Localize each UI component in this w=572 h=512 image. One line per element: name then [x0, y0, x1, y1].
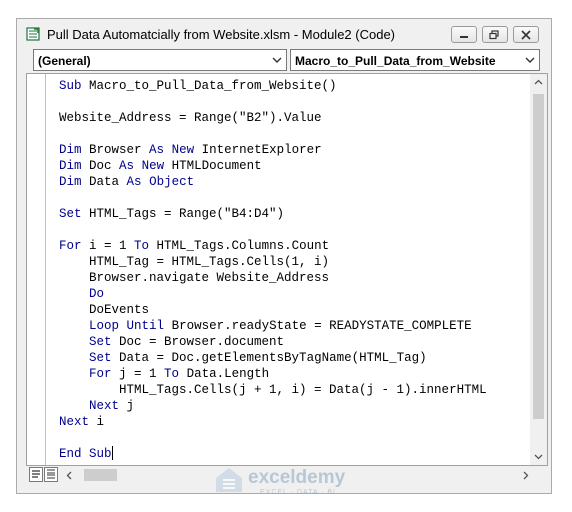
- code-keyword: Sub: [59, 79, 82, 93]
- code-line[interactable]: End Sub: [59, 446, 487, 462]
- close-icon: [521, 30, 531, 40]
- title-bar[interactable]: Pull Data Automatcially from Website.xls…: [17, 19, 551, 49]
- code-line[interactable]: DoEvents: [59, 302, 487, 318]
- exceldemy-logo-icon: [216, 468, 242, 492]
- excel-file-icon: [26, 27, 40, 41]
- code-keyword: Loop: [89, 319, 120, 333]
- code-keyword: As: [149, 143, 165, 157]
- vertical-scroll-thumb[interactable]: [533, 94, 544, 419]
- code-keyword: As: [126, 175, 142, 189]
- code-keyword: Until: [126, 319, 165, 333]
- scroll-up-icon[interactable]: [534, 79, 543, 86]
- code-line[interactable]: Do: [59, 286, 487, 302]
- code-line[interactable]: [59, 126, 487, 142]
- vba-code-window: Pull Data Automatcially from Website.xls…: [16, 18, 552, 494]
- procedure-view-icon: [32, 470, 40, 478]
- code-line[interactable]: Set Doc = Browser.document: [59, 334, 487, 350]
- object-dropdown[interactable]: (General): [33, 49, 287, 71]
- code-line[interactable]: Dim Doc As New HTMLDocument: [59, 158, 487, 174]
- code-line[interactable]: [59, 94, 487, 110]
- code-line[interactable]: Set HTML_Tags = Range("B4:D4"): [59, 206, 487, 222]
- procedure-view-button[interactable]: [29, 467, 43, 482]
- code-keyword: New: [141, 159, 165, 173]
- code-keyword: Next: [59, 415, 90, 429]
- code-keyword: Do: [89, 287, 105, 301]
- code-keyword: Set: [89, 335, 112, 349]
- procedure-dropdown[interactable]: Macro_to_Pull_Data_from_Website: [290, 49, 540, 71]
- full-module-view-button[interactable]: [44, 467, 58, 482]
- code-keyword: Dim: [59, 143, 82, 157]
- code-keyword: To: [164, 367, 180, 381]
- code-keyword: To: [134, 239, 150, 253]
- watermark-name: exceldemy: [248, 467, 346, 488]
- procedure-dropdown-value: Macro_to_Pull_Data_from_Website: [295, 54, 496, 68]
- code-keyword: Next: [89, 399, 120, 413]
- exceldemy-watermark: exceldemy EXCEL · DATA · BI: [214, 464, 374, 496]
- code-line[interactable]: Browser.navigate Website_Address: [59, 270, 487, 286]
- code-keyword: New: [171, 143, 195, 157]
- code-keyword: Set: [89, 351, 112, 365]
- code-editor[interactable]: Sub Macro_to_Pull_Data_from_Website() We…: [26, 73, 548, 466]
- code-keyword: Dim: [59, 175, 82, 189]
- vertical-scrollbar[interactable]: [530, 74, 547, 465]
- scroll-right-icon[interactable]: [522, 471, 529, 480]
- window-title: Pull Data Automatcially from Website.xls…: [47, 27, 395, 42]
- watermark-tagline: EXCEL · DATA · BI: [260, 489, 336, 496]
- code-keyword: For: [89, 367, 112, 381]
- code-line[interactable]: Dim Data As Object: [59, 174, 487, 190]
- code-line[interactable]: Next i: [59, 414, 487, 430]
- code-line[interactable]: Set Data = Doc.getElementsByTagName(HTML…: [59, 350, 487, 366]
- object-dropdown-value: (General): [38, 54, 91, 68]
- margin-indicator-bar[interactable]: [27, 74, 46, 465]
- code-keyword: Object: [149, 175, 195, 189]
- code-keyword: Set: [59, 207, 82, 221]
- procedure-dropdowns: (General) Macro_to_Pull_Data_from_Websit…: [17, 49, 551, 73]
- code-line[interactable]: For i = 1 To HTML_Tags.Columns.Count: [59, 238, 487, 254]
- code-line[interactable]: HTML_Tags.Cells(j + 1, i) = Data(j - 1).…: [59, 382, 487, 398]
- restore-icon: [489, 30, 499, 40]
- minimize-icon: [460, 36, 468, 38]
- full-module-view-icon: [47, 469, 55, 479]
- code-keyword: For: [59, 239, 82, 253]
- close-button[interactable]: [513, 26, 539, 43]
- code-line[interactable]: Dim Browser As New InternetExplorer: [59, 142, 487, 158]
- code-line[interactable]: HTML_Tag = HTML_Tags.Cells(1, i): [59, 254, 487, 270]
- code-line[interactable]: Website_Address = Range("B2").Value: [59, 110, 487, 126]
- code-text[interactable]: Sub Macro_to_Pull_Data_from_Website() We…: [59, 78, 487, 462]
- code-keyword: Dim: [59, 159, 82, 173]
- code-line[interactable]: Loop Until Browser.readyState = READYSTA…: [59, 318, 487, 334]
- text-cursor: [111, 446, 113, 460]
- code-line[interactable]: [59, 430, 487, 446]
- chevron-down-icon: [525, 57, 535, 63]
- code-line[interactable]: [59, 190, 487, 206]
- scroll-down-icon[interactable]: [534, 453, 543, 460]
- code-line[interactable]: Next j: [59, 398, 487, 414]
- restore-button[interactable]: [482, 26, 508, 43]
- code-line[interactable]: For j = 1 To Data.Length: [59, 366, 487, 382]
- minimize-button[interactable]: [451, 26, 477, 43]
- scroll-left-icon[interactable]: [66, 471, 73, 480]
- code-line[interactable]: [59, 222, 487, 238]
- code-line[interactable]: Sub Macro_to_Pull_Data_from_Website(): [59, 78, 487, 94]
- horizontal-scroll-thumb[interactable]: [84, 469, 117, 481]
- code-keyword: End Sub: [59, 447, 112, 461]
- chevron-down-icon: [272, 57, 282, 63]
- code-keyword: As: [119, 159, 135, 173]
